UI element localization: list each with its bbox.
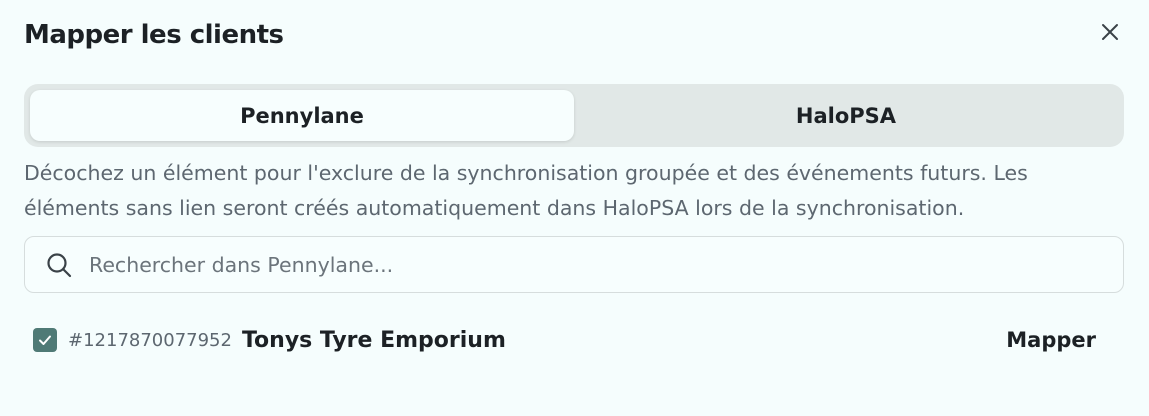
- close-button[interactable]: [1096, 18, 1124, 46]
- tab-halopsa[interactable]: HaloPSA: [574, 90, 1118, 141]
- map-button[interactable]: Mapper: [1006, 328, 1096, 352]
- map-clients-dialog: Mapper les clients Pennylane HaloPSA Déc…: [0, 0, 1149, 416]
- client-id: #1217870077952: [68, 329, 232, 351]
- tab-pennylane[interactable]: Pennylane: [30, 90, 574, 141]
- description-text: Décochez un élément pour l'exclure de la…: [24, 161, 1028, 220]
- source-tabs: Pennylane HaloPSA: [24, 84, 1124, 147]
- search-input[interactable]: [89, 252, 1123, 277]
- search-icon: [45, 251, 73, 279]
- client-checkbox[interactable]: [33, 328, 57, 352]
- search-field[interactable]: [24, 236, 1124, 293]
- dialog-title: Mapper les clients: [24, 20, 284, 50]
- client-name: Tonys Tyre Emporium: [241, 327, 506, 353]
- client-row: #1217870077952 Tonys Tyre Emporium Mappe…: [24, 318, 1124, 362]
- check-icon: [39, 335, 51, 345]
- close-icon: [1102, 24, 1118, 40]
